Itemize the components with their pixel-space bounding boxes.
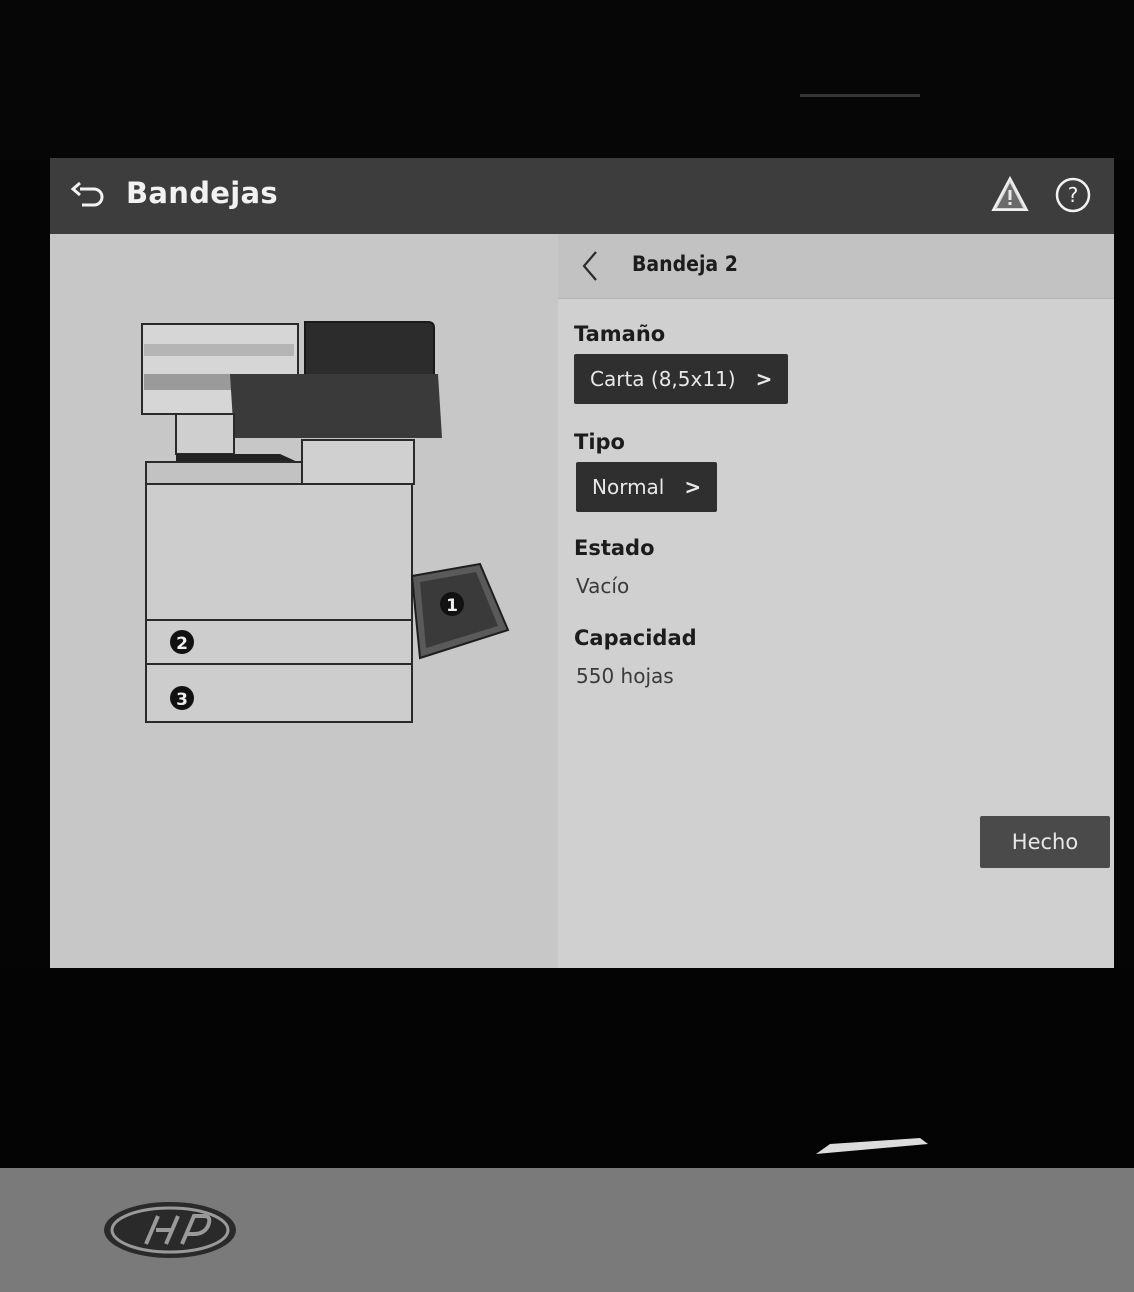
panel-title: Bandeja 2 [632,252,738,276]
device-bezel-top [0,0,1134,160]
light-reflection [816,1138,928,1154]
done-button[interactable]: Hecho [980,816,1110,868]
tray-detail-panel: Bandeja 2 Tamaño Carta (8,5x11) > Tipo No… [558,234,1114,968]
chevron-right-icon: > [684,475,702,499]
bezel-reflection [800,94,920,97]
tray-1-number: 1 [446,596,458,616]
size-value: Carta (8,5x11) [590,367,736,391]
type-label: Tipo [574,430,625,454]
capacity-value: 550 hojas [576,664,674,688]
tray-3-number: 3 [176,690,188,710]
printer-diagram-pane: 1 2 3 [50,234,558,968]
type-select-button[interactable]: Normal > [576,462,718,512]
chevron-right-icon: > [755,367,773,391]
title-bar: Bandejas ? [50,158,1114,234]
panel-header: Bandeja 2 [558,234,1114,299]
hp-logo-icon [104,1202,236,1258]
help-icon[interactable]: ? [1054,176,1092,214]
size-label: Tamaño [574,322,666,346]
size-select-button[interactable]: Carta (8,5x11) > [574,354,789,404]
touch-screen: Bandejas ? 1 2 3 Bandeja 2 Tamaño Carta … [50,158,1114,968]
warning-icon[interactable] [990,174,1030,214]
chevron-left-icon[interactable] [578,248,602,284]
printer-illustration: 1 2 3 [141,321,510,723]
type-value: Normal [592,475,665,499]
tray-2-number: 2 [176,634,188,654]
page-title: Bandejas [126,176,278,210]
back-arrow-icon[interactable] [70,180,106,214]
capacity-label: Capacidad [574,626,697,650]
device-bezel-bottom [0,968,1134,1168]
status-label: Estado [574,536,655,560]
status-value: Vacío [576,574,630,598]
svg-text:?: ? [1068,183,1079,207]
